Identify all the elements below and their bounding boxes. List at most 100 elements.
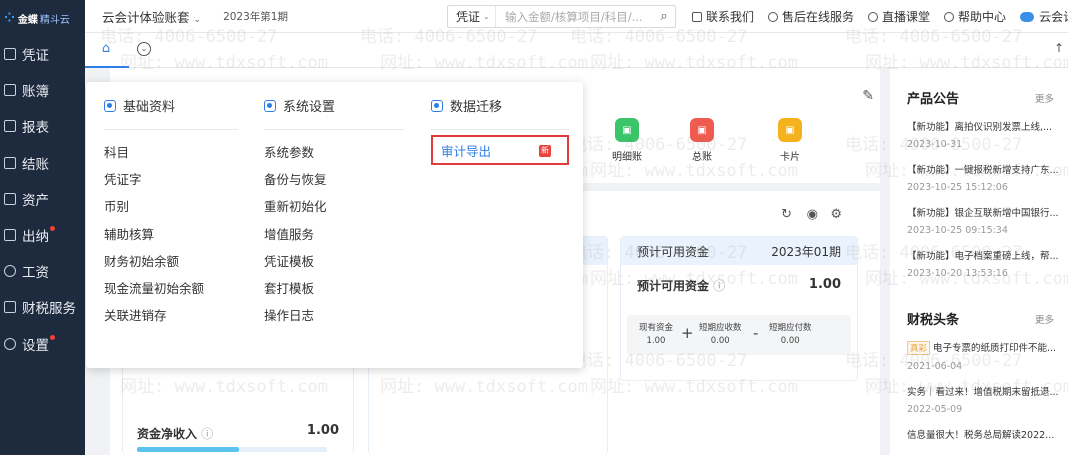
sidebar-item-4[interactable]: 资产 (0, 181, 85, 217)
sidebar-item-2[interactable]: 报表 (0, 108, 85, 144)
help-link[interactable]: 帮助中心 (944, 8, 1006, 25)
sidebar-item-label: 设置 (22, 337, 49, 354)
search-input[interactable]: 输入金额/核算项目/科目/... (496, 9, 653, 25)
menu-item-system-5[interactable]: 套打模板 (264, 275, 404, 302)
announcements-item[interactable]: 【新功能】一键报税新增支持广东... 2023-10-25 15:12:06 (890, 162, 1060, 193)
fund-card-date: 2023年01期 (771, 244, 841, 259)
news-date: 2023-10-20 13:53:16 (907, 268, 1008, 279)
net-income-bar (137, 447, 239, 452)
menu-item-basic-5[interactable]: 现金流量初始余额 (104, 275, 238, 302)
quick-entry-1[interactable]: ▣ 总账 (682, 118, 722, 163)
contact-link[interactable]: 联系我们 (692, 8, 754, 25)
audit-export-menu-item[interactable]: 审计导出 新 (431, 135, 569, 165)
top-bar: 云会计体验账套 ⌄ 2023年第1期 凭证 ⌄ 输入金额/核算项目/科目/... ⌕… (85, 0, 1068, 33)
sidebar-item-6[interactable]: 工资 (0, 253, 85, 289)
sidebar-item-8[interactable]: 设置 (0, 326, 85, 362)
fund-main-label: 预计可用资金 ⓘ (637, 279, 726, 293)
arrow-up-icon[interactable]: ↑ (1054, 41, 1064, 55)
sidebar-item-label: 账簿 (22, 84, 49, 101)
cloud-account-link[interactable]: 云会计 (1020, 8, 1068, 25)
quick-entry-label: 明细账 (612, 152, 642, 163)
headlines-item[interactable]: 真彩 电子专票的纸质打印件不能... 2021-06-04 (890, 340, 1060, 372)
news-date: 2023-10-25 15:12:06 (907, 182, 1008, 193)
ledger-icon (4, 84, 16, 97)
settings-dropdown-menu: 基础资料 科目 凭证字 币别 辅助核算 财务初始余额 现金流量初始余额 关联进销存 系统设置… (86, 82, 583, 368)
announcements-item[interactable]: 【新功能】电子档案重磅上线，帮... 2023-10-20 13:53:16 (890, 248, 1060, 279)
quick-entry-icon: ▣ (778, 118, 802, 142)
account-selector[interactable]: 云会计体验账套 ⌄ (102, 7, 201, 26)
info-icon[interactable]: ⓘ (713, 279, 725, 293)
menu-item-system-2[interactable]: 重新初始化 (264, 193, 404, 220)
sidebar-item-label: 结账 (22, 156, 49, 173)
announcements-item[interactable]: 【新功能】离拍仪识别发票上线,... 2023-10-31 (890, 119, 1060, 150)
menu-item-basic-2[interactable]: 币别 (104, 193, 238, 220)
news-title: 【新功能】电子档案重磅上线，帮... (907, 251, 1059, 262)
menu-item-basic-0[interactable]: 科目 (104, 139, 238, 166)
menu-item-system-0[interactable]: 系统参数 (264, 139, 404, 166)
plus-operator: + (681, 324, 694, 342)
menu-item-system-3[interactable]: 增值服务 (264, 221, 404, 248)
quick-entry-0[interactable]: ▣ 明细账 (607, 118, 647, 163)
announcements-more-link[interactable]: 更多 (1035, 91, 1054, 105)
headlines-more-link[interactable]: 更多 (1035, 312, 1054, 326)
refresh-icon[interactable]: ↻ (781, 207, 792, 222)
menu-item-basic-4[interactable]: 财务初始余额 (104, 248, 238, 275)
brand-subname: 精斗云 (39, 14, 70, 26)
chevron-down-icon: ⌄ (483, 12, 490, 21)
info-icon[interactable]: ⓘ (201, 427, 213, 441)
notification-dot (50, 334, 55, 340)
eye-icon[interactable]: ◉ (807, 207, 818, 222)
aftersale-link[interactable]: 售后在线服务 (768, 8, 854, 25)
menu-item-system-1[interactable]: 备份与恢复 (264, 166, 404, 193)
sidebar-item-5[interactable]: 出纳 (0, 217, 85, 253)
news-title: 实务｜看过来！增值税期末留抵退... (907, 387, 1059, 398)
headlines-item[interactable]: 信息量很大！税务总局解读2022... (890, 427, 1060, 441)
tab-bar: ⌂ ⌄ ↑ (85, 33, 1068, 68)
closing-icon (4, 156, 16, 169)
menu-basic-column: 基础资料 科目 凭证字 币别 辅助核算 财务初始余额 现金流量初始余额 关联进销存 (104, 82, 238, 329)
compass-icon (944, 12, 955, 22)
announcements-item[interactable]: 【新功能】银企互联新增中国银行... 2023-10-25 09:15:34 (890, 205, 1060, 236)
global-search: 凭证 ⌄ 输入金额/核算项目/科目/... ⌕ (447, 5, 676, 28)
sidebar-item-3[interactable]: 结账 (0, 145, 85, 181)
brand-logo[interactable]: ⁘ 金蝶 精斗云 (0, 0, 85, 36)
cashier-icon (4, 229, 16, 242)
quick-entry-icon: ▣ (690, 118, 714, 142)
settings-icon[interactable]: ⚙ (830, 207, 842, 222)
more-tabs-icon[interactable]: ⌄ (137, 42, 151, 56)
sidebar-nav: 凭证账簿报表结账资产出纳工资 财税服务设置 (0, 36, 85, 362)
quick-entry-label: 总账 (692, 152, 712, 163)
basic-data-icon (104, 99, 116, 112)
news-title: 【新功能】离拍仪识别发票上线,... (907, 122, 1053, 133)
menu-item-basic-6[interactable]: 关联进销存 (104, 302, 238, 329)
sidebar-item-label: 资产 (22, 192, 49, 209)
quick-entry-2[interactable]: ▣ 卡片 (770, 118, 810, 163)
sidebar-item-1[interactable]: 账簿 (0, 72, 85, 108)
voucher-icon (4, 48, 16, 61)
header-links: 联系我们 售后在线服务 直播课堂 帮助中心 云会计 (692, 0, 1068, 33)
sidebar-item-label: 出纳 (22, 229, 49, 246)
live-class-link[interactable]: 直播课堂 (868, 8, 930, 25)
news-date: 2023-10-31 (907, 139, 963, 150)
search-icon[interactable]: ⌕ (653, 9, 675, 24)
news-date: 2022-05-09 (907, 404, 963, 415)
news-date: 2023-10-25 09:15:34 (907, 225, 1008, 236)
new-badge: 新 (539, 145, 551, 157)
news-tag: 真彩 (907, 341, 931, 355)
menu-item-basic-1[interactable]: 凭证字 (104, 166, 238, 193)
menu-system-column: 系统设置 系统参数 备份与恢复 重新初始化 增值服务 凭证模板 套打模板 操作日志 (264, 82, 404, 329)
sidebar-item-label: 报表 (22, 120, 49, 137)
edit-icon[interactable]: ✎ (862, 88, 874, 104)
sidebar-item-0[interactable]: 凭证 (0, 36, 85, 72)
menu-migrate-column: 数据迁移 (431, 82, 569, 130)
home-icon[interactable]: ⌂ (97, 41, 115, 59)
menu-item-system-4[interactable]: 凭证模板 (264, 248, 404, 275)
headlines-item[interactable]: 实务｜看过来！增值税期末留抵退... 2022-05-09 (890, 384, 1060, 415)
period-label: 2023年第1期 (223, 10, 288, 23)
menu-item-system-6[interactable]: 操作日志 (264, 302, 404, 329)
person-icon (868, 12, 879, 22)
menu-system-title: 系统设置 (283, 100, 336, 115)
menu-item-basic-3[interactable]: 辅助核算 (104, 221, 238, 248)
sidebar-item-7[interactable]: 财税服务 (0, 289, 85, 325)
search-type-select[interactable]: 凭证 ⌄ (448, 6, 496, 27)
